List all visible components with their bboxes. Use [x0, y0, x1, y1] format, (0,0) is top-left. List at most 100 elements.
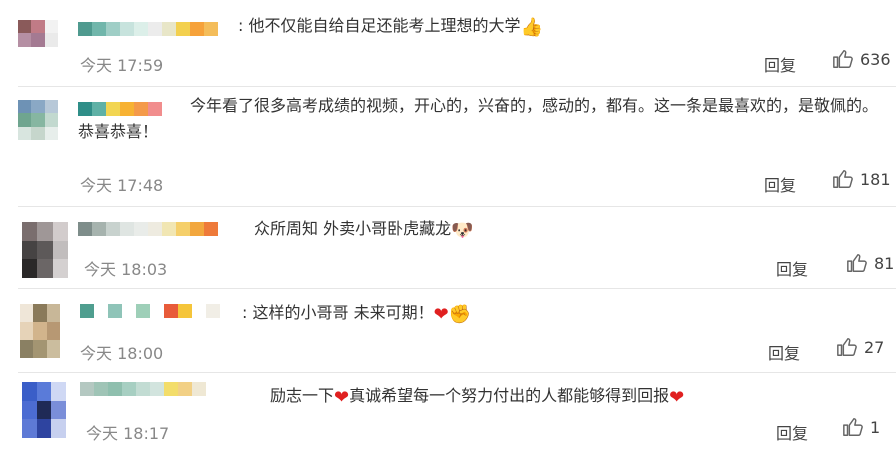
reply-button[interactable]: 回复: [764, 52, 796, 76]
avatar-pixel: [51, 419, 66, 438]
comment-time: 今天 18:17: [86, 424, 170, 443]
avatar-pixel: [36, 419, 52, 438]
like-button[interactable]: 636: [832, 48, 891, 70]
avatar-pixel: [31, 20, 45, 34]
reply-button[interactable]: 回复: [764, 172, 796, 196]
name-pixel: [150, 304, 164, 318]
avatar[interactable]: [22, 382, 66, 438]
like-button[interactable]: 27: [836, 336, 884, 358]
avatar-pixel: [33, 340, 47, 358]
avatar[interactable]: [20, 304, 60, 358]
avatar-pixel: [22, 419, 37, 438]
avatar-pixel: [22, 400, 37, 420]
avatar-pixel: [51, 382, 66, 401]
name-pixel: [108, 382, 122, 396]
avatar-pixel: [31, 46, 45, 60]
name-pixel: [178, 382, 192, 396]
avatar[interactable]: [22, 222, 68, 278]
comment-time: 今天 18:00: [80, 344, 164, 363]
name-pixel: [150, 382, 164, 396]
avatar-pixel: [52, 259, 68, 278]
name-pixel: [80, 382, 94, 396]
thumbs-up-icon: [833, 170, 853, 188]
name-pixel: [190, 22, 204, 36]
comment-text: 今年看了很多高考成绩的视频，开心的，兴奋的，感动的，都有。这一条是最喜欢的，是敬…: [78, 96, 879, 141]
heart-icon: ❤: [669, 387, 685, 408]
reply-button[interactable]: 回复: [776, 256, 808, 280]
name-pixel: [92, 22, 106, 36]
avatar-pixel: [22, 382, 37, 401]
thumbs-up-icon: [833, 50, 853, 68]
name-pixel: [148, 22, 162, 36]
comment-time: 今天 17:48: [80, 176, 164, 195]
name-pixel: [164, 304, 178, 318]
avatar-pixel: [44, 113, 58, 127]
fist-icon: ✊: [448, 304, 472, 325]
name-pixel: [204, 222, 218, 236]
username-blurred[interactable]: [80, 304, 220, 318]
name-pixel: [92, 222, 106, 236]
name-pixel: [80, 304, 94, 318]
thumbs-up-icon: [847, 254, 867, 272]
avatar-pixel: [22, 240, 38, 260]
like-button[interactable]: 81: [846, 252, 894, 274]
name-pixel: [192, 382, 206, 396]
name-pixel: [136, 382, 150, 396]
username-blurred[interactable]: [80, 382, 220, 396]
divider: [18, 86, 896, 87]
avatar-pixel: [52, 240, 68, 260]
name-pixel: [120, 222, 134, 236]
name-pixel: [176, 222, 190, 236]
name-pixel: [206, 304, 220, 318]
avatar-pixel: [31, 126, 45, 140]
name-pixel: [106, 222, 120, 236]
avatar-pixel: [18, 20, 32, 34]
avatar[interactable]: [18, 100, 58, 140]
username-blurred[interactable]: [78, 22, 218, 36]
username-blurred[interactable]: [78, 222, 218, 236]
name-pixel: [122, 382, 136, 396]
avatar-pixel: [37, 240, 53, 260]
thumbs-up-icon: [837, 338, 857, 356]
like-button[interactable]: 1: [842, 416, 880, 438]
comment-text: 众所周知 外卖小哥卧虎藏龙🐶: [254, 216, 474, 244]
avatar-pixel: [36, 382, 52, 401]
like-count: 1: [870, 417, 881, 437]
avatar-pixel: [18, 100, 32, 114]
avatar-pixel: [31, 100, 45, 114]
avatar-pixel: [37, 222, 53, 241]
name-pixel: [134, 222, 148, 236]
name-pixel: [120, 22, 134, 36]
avatar-pixel: [20, 322, 34, 340]
avatar-pixel: [46, 340, 60, 358]
name-pixel: [78, 222, 92, 236]
avatar-pixel: [31, 113, 45, 127]
name-pixel: [108, 304, 122, 318]
like-count: 81: [874, 253, 895, 273]
name-pixel: [78, 22, 92, 36]
avatar-pixel: [44, 46, 58, 60]
avatar-pixel: [33, 304, 47, 322]
avatar-pixel: [20, 340, 34, 358]
avatar-pixel: [46, 322, 60, 340]
avatar-pixel: [18, 33, 32, 47]
reply-button[interactable]: 回复: [776, 420, 808, 444]
comment-time: 今天 17:59: [80, 56, 164, 75]
name-pixel: [206, 382, 220, 396]
dog-face-icon: 🐶: [451, 220, 474, 241]
name-pixel: [162, 222, 176, 236]
avatar-pixel: [46, 304, 60, 322]
reply-button[interactable]: 回复: [768, 340, 800, 364]
like-count: 27: [864, 337, 885, 357]
like-count: 636: [860, 49, 891, 69]
like-button[interactable]: 181: [832, 168, 891, 190]
avatar-pixel: [22, 259, 38, 278]
avatar-pixel: [18, 113, 32, 127]
avatar[interactable]: [18, 20, 58, 60]
comment-time: 今天 18:03: [84, 260, 168, 279]
avatar-pixel: [31, 33, 45, 47]
name-pixel: [94, 304, 108, 318]
name-pixel: [106, 22, 120, 36]
avatar-pixel: [52, 222, 68, 241]
avatar-pixel: [44, 100, 58, 114]
